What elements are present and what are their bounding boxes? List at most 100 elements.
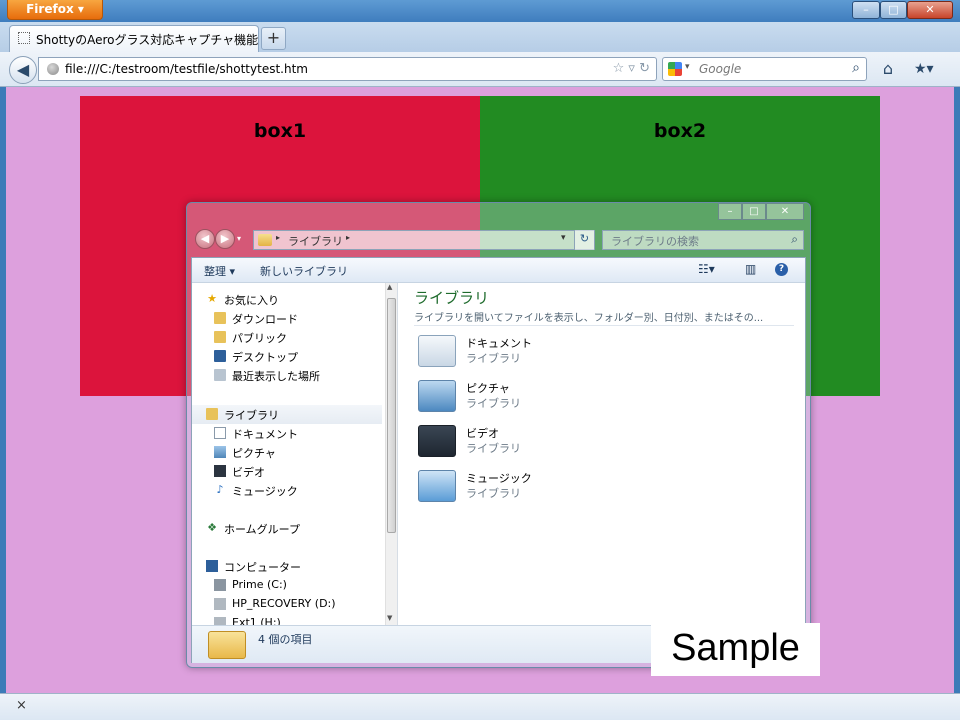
- divider: [414, 325, 794, 326]
- nav-item-recent[interactable]: 最近表示した場所: [192, 366, 382, 385]
- library-description: ライブラリを開いてファイルを表示し、フォルダー別、日付別、またはその...: [414, 313, 764, 324]
- nav-item-libraries[interactable]: ライブラリ: [192, 405, 382, 424]
- minimize-button[interactable]: –: [852, 1, 880, 19]
- nav-label: ホームグループ: [224, 523, 301, 536]
- nav-item-desktop[interactable]: デスクトップ: [192, 347, 382, 366]
- nav-label: コンピューター: [224, 561, 301, 574]
- maximize-button[interactable]: □: [880, 1, 907, 19]
- nav-label: ミュージック: [232, 485, 298, 498]
- nav-item-homegroup[interactable]: ❖ ホームグループ: [192, 519, 382, 538]
- library-icon: [206, 408, 218, 420]
- url-text[interactable]: file:///C:/testroom/testfile/shottytest.…: [65, 62, 308, 76]
- library-item-type: ライブラリ: [466, 442, 521, 455]
- nav-item-computer[interactable]: コンピューター: [192, 557, 382, 576]
- scroll-down-icon[interactable]: ▼: [387, 614, 392, 622]
- library-folder-icon: [208, 631, 246, 659]
- explorer-navigation-pane: ★ お気に入り ダウンロード パブリック デスクトップ 最近表示した場所 ライブ…: [192, 283, 398, 625]
- search-input[interactable]: Google: [699, 62, 741, 76]
- downloads-folder-icon: [214, 312, 226, 324]
- bookmark-star-icon[interactable]: ☆: [613, 61, 625, 76]
- url-bar[interactable]: file:///C:/testroom/testfile/shottytest.…: [38, 57, 657, 81]
- nav-label: ビデオ: [232, 466, 265, 479]
- nav-item-pictures[interactable]: ピクチャ: [192, 443, 382, 462]
- pictures-library-icon: [418, 380, 456, 412]
- item-count: 4 個の項目: [258, 633, 313, 646]
- sample-label: Sample: [651, 623, 820, 676]
- close-bar-icon[interactable]: ×: [16, 698, 27, 713]
- home-icon[interactable]: ⌂: [877, 58, 899, 80]
- explorer-forward-icon[interactable]: ▶: [215, 229, 235, 249]
- dropdown-arrow-icon[interactable]: ▿: [628, 61, 635, 76]
- nav-scrollbar[interactable]: ▲ ▼: [385, 283, 397, 625]
- explorer-address-bar[interactable]: ▸ ライブラリ ▸ ▾: [253, 230, 595, 250]
- videos-library-icon: [418, 425, 456, 457]
- nav-item-music[interactable]: ♪ ミュージック: [192, 481, 382, 500]
- breadcrumb-arrow-icon[interactable]: ▸: [276, 233, 280, 242]
- breadcrumb-arrow-icon[interactable]: ▸: [346, 233, 350, 242]
- nav-item-public[interactable]: パブリック: [192, 328, 382, 347]
- explorer-search-box[interactable]: ライブラリの検索 ⌕: [602, 230, 804, 250]
- nav-label: HP_RECOVERY (D:): [232, 597, 336, 610]
- library-item-videos[interactable]: ビデオ ライブラリ: [414, 423, 614, 463]
- nav-label: デスクトップ: [232, 351, 298, 364]
- scroll-up-icon[interactable]: ▲: [387, 283, 392, 291]
- nav-label: 最近表示した場所: [232, 370, 320, 383]
- library-icon: [258, 234, 272, 246]
- nav-item-downloads[interactable]: ダウンロード: [192, 309, 382, 328]
- library-item-name: ミュージック: [466, 472, 532, 485]
- box1-label: box1: [253, 120, 307, 142]
- explorer-refresh-icon[interactable]: ↻: [574, 230, 594, 250]
- explorer-content-pane: ライブラリ ライブラリを開いてファイルを表示し、フォルダー別、日付別、またはその…: [406, 283, 805, 625]
- explorer-search-input[interactable]: ライブラリの検索: [611, 233, 699, 249]
- search-bar[interactable]: ▾ Google ⌕: [662, 57, 867, 81]
- library-item-documents[interactable]: ドキュメント ライブラリ: [414, 333, 614, 373]
- nav-item-documents[interactable]: ドキュメント: [192, 424, 382, 443]
- explorer-minimize-button[interactable]: –: [718, 203, 742, 220]
- explorer-address-text[interactable]: ライブラリ: [288, 233, 343, 249]
- nav-label: お気に入り: [224, 294, 279, 307]
- nav-item-videos[interactable]: ビデオ: [192, 462, 382, 481]
- library-item-music[interactable]: ミュージック ライブラリ: [414, 468, 614, 508]
- organize-button[interactable]: 整理 ▾: [204, 263, 235, 279]
- new-tab-button[interactable]: +: [261, 27, 286, 50]
- help-icon[interactable]: ?: [775, 263, 788, 276]
- pictures-icon: [214, 446, 226, 458]
- drive-icon: [214, 579, 226, 591]
- explorer-back-forward: ◀ ▶ ▾: [195, 229, 243, 251]
- library-item-type: ライブラリ: [466, 352, 521, 365]
- search-engine-dropdown-icon[interactable]: ▾: [685, 62, 690, 72]
- close-button[interactable]: ✕: [907, 1, 953, 19]
- nav-label: パブリック: [232, 332, 287, 345]
- library-item-name: ドキュメント: [466, 337, 532, 350]
- nav-item-drive-h[interactable]: Ext1 (H:): [192, 614, 382, 625]
- bookmarks-menu-icon[interactable]: ★▾: [914, 58, 948, 80]
- recent-pages-icon[interactable]: ▾: [237, 234, 241, 243]
- explorer-back-icon[interactable]: ◀: [195, 229, 215, 249]
- drive-icon: [214, 617, 226, 625]
- new-library-button[interactable]: 新しいライブラリ: [260, 263, 348, 279]
- nav-item-drive-c[interactable]: Prime (C:): [192, 576, 382, 595]
- nav-scrollbar-thumb[interactable]: [387, 298, 396, 533]
- explorer-maximize-button[interactable]: □: [742, 203, 766, 220]
- explorer-close-button[interactable]: ✕: [766, 203, 804, 220]
- nav-item-favorites[interactable]: ★ お気に入り: [192, 290, 382, 309]
- library-item-type: ライブラリ: [466, 397, 521, 410]
- view-options-icon[interactable]: ☷▾: [698, 262, 715, 276]
- tab-shottytest[interactable]: ShottyのAeroグラス対応キャプチャ機能: [9, 25, 259, 52]
- page-content: box1 box2 – □ ✕ ◀ ▶ ▾ ▸ ライブラリ ▸ ▾ ↻ ライブラ…: [6, 87, 954, 693]
- reload-icon[interactable]: ↻: [639, 61, 650, 76]
- nav-item-drive-d[interactable]: HP_RECOVERY (D:): [192, 595, 382, 614]
- url-bar-icons[interactable]: ☆ ▿ ↻: [613, 61, 650, 76]
- back-button[interactable]: ◀: [9, 56, 37, 84]
- preview-pane-icon[interactable]: ▥: [745, 262, 756, 276]
- address-dropdown-icon[interactable]: ▾: [561, 233, 566, 243]
- homegroup-icon: ❖: [207, 521, 217, 534]
- firefox-menu-button[interactable]: Firefox ▾: [7, 0, 103, 20]
- library-item-pictures[interactable]: ピクチャ ライブラリ: [414, 378, 614, 418]
- page-icon: [18, 32, 30, 44]
- search-icon[interactable]: ⌕: [852, 60, 860, 76]
- google-icon[interactable]: [668, 62, 682, 76]
- browser-bottom-bar: ×: [0, 693, 960, 720]
- explorer-search-icon[interactable]: ⌕: [791, 232, 798, 247]
- nav-label: ライブラリ: [224, 409, 279, 422]
